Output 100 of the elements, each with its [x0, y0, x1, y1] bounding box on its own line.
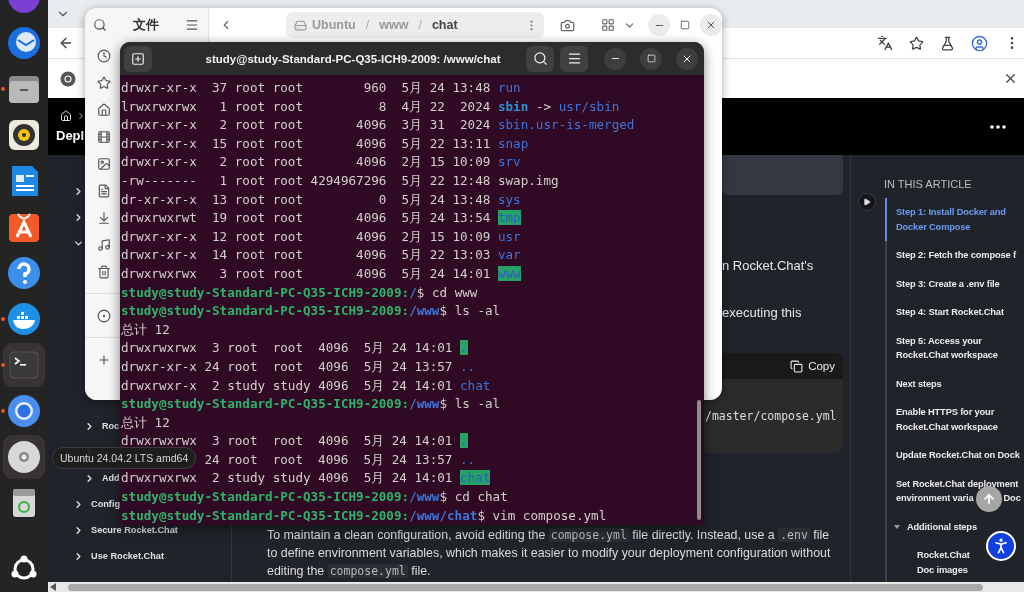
translate-icon[interactable]	[877, 35, 893, 51]
caret-down-icon[interactable]	[893, 522, 901, 531]
terminal-line: drwxr-xr-x 15 root root 4096 5月 22 13:11 snap	[121, 134, 529, 153]
scroll-left-icon[interactable]	[50, 583, 56, 591]
camera-icon[interactable]	[560, 17, 575, 33]
toc-item[interactable]: Additional steps	[885, 512, 1024, 542]
grid-icon[interactable]	[601, 18, 615, 32]
profile-icon[interactable]	[971, 34, 988, 52]
nav-item[interactable]: Add	[102, 473, 120, 483]
nav-item[interactable]: Roc	[102, 421, 119, 431]
close-button[interactable]	[700, 14, 722, 36]
terminal-line: drwxr-xr-x 2 root root 4096 3月 31 2024 sbin.usr-is-merged	[121, 116, 635, 135]
nav-item[interactable]: Use Rocket.Chat	[91, 551, 164, 561]
maximize-button[interactable]	[640, 47, 662, 70]
chevron-right-icon[interactable]	[73, 211, 84, 223]
chevron-right-icon[interactable]	[73, 185, 84, 197]
page-title: Depl	[56, 128, 85, 143]
terminal-line: study@study-Standard-PC-Q35-ICH9-2009:/www/chat$ vim compose.yml	[121, 506, 607, 525]
speaker-icon	[6, 117, 42, 153]
nav-item[interactable]: Secure Rocket.Chat	[91, 525, 178, 535]
terminal-line: 总计 12	[121, 413, 170, 432]
round-logo-icon	[60, 70, 76, 87]
toc-item[interactable]: Step 3: Create a .env file	[885, 269, 1024, 298]
more-button[interactable]	[990, 125, 1006, 129]
terminal-line: drwxrwxrwx 3 root root 4096 5月 24 14:01 www	[121, 264, 521, 283]
terminal-line: drwxr-xr-x 12 root root 4096 2月 15 10:09 usr	[121, 227, 521, 246]
search-button[interactable]	[526, 45, 554, 72]
toc-item[interactable]: Step 1: Install Docker and Docker Compose	[885, 198, 1024, 241]
nav-item[interactable]: Config	[91, 499, 121, 509]
maximize-icon	[680, 20, 690, 30]
arrow-up-icon	[981, 491, 996, 506]
path-separator: /	[418, 18, 422, 32]
path-segment[interactable]: chat	[431, 18, 458, 32]
mail-icon	[6, 25, 42, 61]
toc-item[interactable]: Set Rocket.Chat deployment environment varia Doc	[885, 469, 1024, 513]
toc-toggle[interactable]	[858, 193, 876, 211]
chevron-right-icon[interactable]	[73, 498, 84, 510]
terminal-line: drwxrwxrwx 2 study study 4096 5月 24 14:01 chat	[121, 469, 491, 488]
ellipsis-icon	[990, 125, 1006, 129]
path-separator: /	[365, 18, 370, 32]
tooltip: Ubuntu 24.04.2 LTS amd64	[52, 447, 197, 469]
toc-item[interactable]: Step 2: Fetch the compose f	[885, 241, 1024, 270]
terminal-line: study@study-Standard-PC-Q35-ICH9-2009:/$ cd www	[121, 283, 478, 302]
toc-title: IN THIS ARTICLE	[884, 177, 973, 191]
window-title: study@study-Standard-PC-Q35-ICH9-2009: /www/chat	[204, 52, 502, 65]
chevron-right-icon[interactable]	[73, 550, 84, 562]
chevron-right-icon[interactable]	[84, 472, 95, 484]
menu-icon	[566, 51, 582, 66]
search-icon[interactable]	[93, 18, 107, 32]
clock-icon[interactable]	[97, 48, 111, 63]
copy-button[interactable]: Copy	[790, 359, 835, 373]
terminal-line: drwxr-xr-x 14 root root 4096 5月 22 13:03 var	[121, 246, 521, 265]
drive-icon	[294, 18, 307, 32]
window-title: 文件	[133, 16, 159, 34]
toc-item[interactable]: Step 5: Access your Rocket.Chat workspace	[885, 326, 1024, 370]
browser-icon	[6, 393, 42, 429]
terminal-line: drwxrwxrwt 19 root root 4096 5月 24 13:54 tmp	[121, 209, 521, 228]
film-icon[interactable]	[97, 129, 111, 144]
body-paragraph: To maintain a clean configuration, avoid editing the compose.yml file directly. Instead, use a .env file to define environment variables, which makes it easier to modify your deployment configuration without editing the compose.yml file.	[267, 527, 832, 580]
download-icon[interactable]	[97, 210, 111, 225]
maximize-icon	[646, 54, 656, 63]
code-text: /master/compose.yml	[705, 409, 838, 423]
terminal-line: study@study-Standard-PC-Q35-ICH9-2009:/www$ ls -al	[121, 302, 501, 321]
whale-icon	[6, 301, 42, 337]
star-icon[interactable]	[909, 35, 924, 51]
target-icon[interactable]	[97, 308, 111, 323]
menu-button[interactable]	[560, 45, 588, 72]
terminal-line: dr-xr-xr-x 13 root root 0 5月 24 13:48 sys	[121, 190, 521, 209]
terminal-line: drwxrwxr-x 2 study study 4096 5月 24 14:01 chat	[121, 376, 491, 395]
toc-item[interactable]: Step 4: Start Rocket.Chat	[885, 298, 1024, 327]
copy-icon	[790, 359, 804, 373]
close-icon[interactable]	[1003, 71, 1018, 86]
scrollbar-thumb[interactable]	[697, 400, 701, 520]
terminal-line: study@study-Standard-PC-Q35-ICH9-2009:/www$ ls -al	[121, 395, 501, 414]
document-icon[interactable]	[97, 183, 111, 198]
image-icon[interactable]	[97, 156, 111, 171]
trash-icon[interactable]	[97, 264, 111, 279]
close-button[interactable]	[676, 47, 698, 70]
add-icon[interactable]	[97, 352, 111, 367]
toc-item[interactable]: Enable HTTPS for your Rocket.Chat workspace	[885, 398, 1024, 441]
music-icon[interactable]	[97, 237, 111, 252]
chevron-right-icon[interactable]	[73, 524, 84, 536]
back-icon[interactable]	[58, 35, 74, 51]
star-icon[interactable]	[97, 75, 111, 90]
flask-icon[interactable]	[940, 35, 955, 51]
dock-launcher[interactable]	[3, 435, 45, 479]
play-icon	[863, 198, 871, 206]
toc-item[interactable]: Update Rocket.Chat on Dock	[885, 441, 1024, 470]
terminal-line: study@study-Standard-PC-Q35-ICH9-2009:/www$ cd chat	[121, 488, 508, 507]
new-tab-button[interactable]	[124, 45, 152, 72]
close-icon	[705, 19, 717, 31]
terminal-line: lrwxrwxrwx 1 root root 8 4月 22 2024 sbin -> usr/sbin	[121, 97, 620, 116]
body-text: n Rocket.Chat's	[722, 257, 814, 275]
toc-item[interactable]: Rocket.Chat Doc images	[885, 541, 1024, 582]
terminal-line: drwxrwxrwx 3 root root 4096 5月 24 14:01 .	[121, 339, 468, 358]
scrollbar-thumb[interactable]	[68, 583, 983, 591]
disc-icon	[6, 439, 42, 475]
chevron-right-icon[interactable]	[84, 420, 95, 432]
toc-item[interactable]: Next steps	[885, 369, 1024, 398]
chevron-right-icon	[76, 111, 86, 121]
